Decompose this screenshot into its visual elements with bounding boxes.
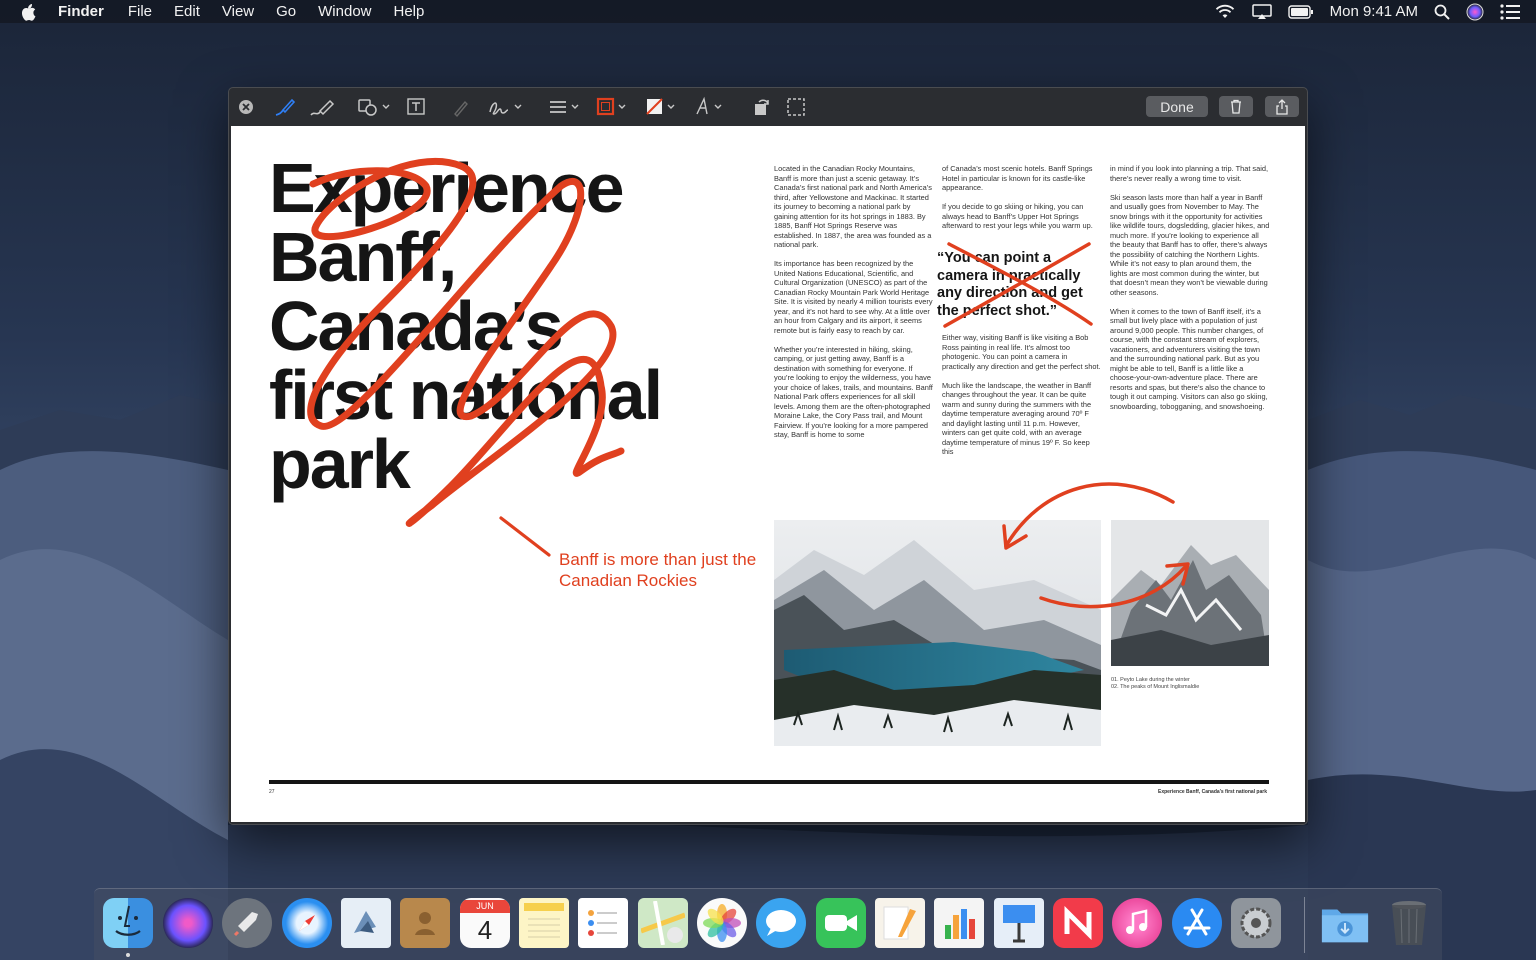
finder-icon[interactable] [103,898,153,948]
footer-title: Experience Banff, Canada’s first nationa… [1157,789,1267,795]
app-store-icon[interactable] [1172,898,1222,948]
share-icon [1276,98,1288,115]
draw-icon[interactable] [309,96,337,118]
markup-text-annotation[interactable]: Banff is more than just the Canadian Roc… [559,549,779,591]
paragraph: Whether you’re interested in hiking, ski… [774,344,933,440]
share-button[interactable] [1265,96,1299,117]
reminders-icon[interactable] [578,898,628,948]
dock: JUN 4 [94,888,1442,960]
border-color-icon[interactable] [595,96,631,118]
paragraph: Either way, visiting Banff is like visit… [942,333,1101,371]
downloads-folder-icon[interactable] [1320,898,1370,948]
headline-line: Banff, [269,218,457,296]
menu-edit[interactable]: Edit [174,3,200,20]
facetime-icon[interactable] [816,898,866,948]
caption: 02. The peaks of Mount Inglismaldie [1111,684,1200,690]
menu-go[interactable]: Go [276,3,296,20]
article-column-3: in mind if you look into planning a trip… [1110,164,1270,421]
menu-file[interactable]: File [128,3,152,20]
close-icon[interactable] [238,96,254,118]
siri-icon[interactable] [163,898,213,948]
done-button[interactable]: Done [1146,96,1208,117]
peyto-lake-photo [774,520,1101,746]
signature-icon[interactable] [487,96,525,118]
highlight-icon [451,96,471,118]
paragraph: When it comes to the town of Banff itsel… [1110,306,1268,411]
article-column-2-bottom: Either way, visiting Banff is like visit… [942,333,1102,466]
menu-view[interactable]: View [222,3,254,20]
messages-icon[interactable] [756,898,806,948]
trash-button[interactable] [1219,96,1253,117]
pull-quote: “You can point a camera in practically a… [937,250,1083,319]
crop-icon[interactable] [785,96,807,118]
pointer-line [499,516,551,557]
apple-menu-icon[interactable] [20,3,42,21]
text-box-icon[interactable] [406,96,426,118]
trash-small-icon [1231,99,1241,114]
article-column-1: Located in the Canadian Rocky Mountains,… [774,164,934,449]
headline-line: first national [269,356,663,434]
headline-line: Canada’s [269,287,564,365]
document-page[interactable]: Experience Banff, Canada’s first nationa… [231,126,1305,822]
airplay-icon[interactable] [1251,3,1272,20]
spotlight-search-icon[interactable] [1434,4,1450,20]
headline-line: park [269,425,411,503]
photos-icon[interactable] [697,898,747,948]
menu-clock[interactable]: Mon 9:41 AM [1330,3,1418,20]
calendar-icon[interactable]: JUN 4 [460,898,510,948]
wifi-icon[interactable] [1214,4,1236,20]
fill-color-icon[interactable] [644,96,680,118]
paragraph: Its importance has been recognized by th… [774,259,933,335]
running-indicator [126,953,130,957]
dock-separator [1304,897,1305,953]
mail-icon[interactable] [341,898,391,948]
page-number: 27 [269,789,275,795]
article-column-2-top: of Canada’s most scenic hotels. Banff Sp… [942,164,1102,240]
siri-menu-icon[interactable] [1466,3,1484,21]
mount-inglismaldie-photo [1111,520,1269,666]
menu-help[interactable]: Help [394,3,425,20]
paragraph: Ski season lasts more than half a year i… [1110,192,1270,297]
calendar-day: 4 [477,914,493,945]
rotate-icon[interactable] [751,96,773,118]
trash-icon[interactable] [1384,898,1434,948]
launchpad-icon[interactable] [222,898,272,948]
notification-center-icon[interactable] [1500,3,1520,20]
news-icon[interactable] [1053,898,1103,948]
footer-rule [269,780,1269,784]
menu-bar: Finder File Edit View Go Window Help Mon… [0,0,1536,23]
paragraph: Located in the Canadian Rocky Mountains,… [774,164,932,249]
keynote-icon[interactable] [994,898,1044,948]
safari-icon[interactable] [282,898,332,948]
caption: 01. Peyto Lake during the winter [1111,677,1190,683]
shape-style-icon[interactable] [547,96,583,118]
headline-line: Experience [269,149,625,227]
paragraph: Much like the landscape, the weather in … [942,380,1092,457]
paragraph: of Canada’s most scenic hotels. Banff Sp… [942,164,1093,192]
markup-window: Done Experience Banff, Canada’s first na… [228,87,1308,825]
shapes-icon[interactable] [357,96,393,118]
text-style-icon[interactable] [693,96,729,118]
sketch-pen-icon[interactable] [273,96,297,118]
pages-icon[interactable] [875,898,925,948]
calendar-month: JUN [460,899,510,913]
contacts-icon[interactable] [400,898,450,948]
photo-captions: 01. Peyto Lake during the winter 02. The… [1111,677,1199,691]
notes-icon[interactable] [519,898,569,948]
maps-icon[interactable] [638,898,688,948]
system-preferences-icon[interactable] [1231,898,1281,948]
page-headline: Experience Banff, Canada’s first nationa… [269,149,739,503]
battery-icon[interactable] [1287,4,1314,19]
itunes-icon[interactable] [1112,898,1162,948]
paragraph: in mind if you look into planning a trip… [1110,164,1269,183]
numbers-icon[interactable] [934,898,984,948]
markup-toolbar: Done [229,88,1307,126]
paragraph: If you decide to go skiing or hiking, yo… [942,202,1093,230]
app-name-menu[interactable]: Finder [58,3,104,20]
menu-window[interactable]: Window [318,3,371,20]
